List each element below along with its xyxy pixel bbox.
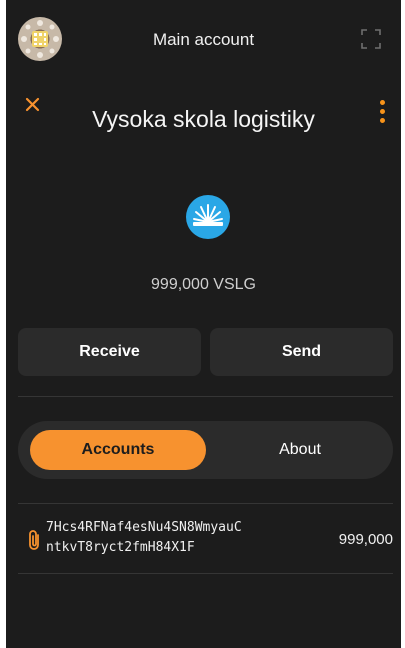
more-options-icon[interactable] [377,100,387,126]
account-amount: 999,000 [338,531,393,548]
divider [18,573,393,574]
token-logo-icon [186,195,230,239]
expand-icon[interactable] [361,29,381,49]
divider [18,396,393,397]
token-title: Vysoka skola logistiky [92,106,315,132]
receive-button[interactable]: Receive [18,328,201,376]
tab-bar: Accounts About [18,421,393,479]
send-button[interactable]: Send [210,328,393,376]
account-title[interactable]: Main account [6,30,401,50]
account-address[interactable]: 7Hcs4RFNaf4esNu4SN8WmyauC ntkvT8ryct2fmH… [46,518,306,558]
tab-accounts[interactable]: Accounts [30,430,206,470]
account-address-line: 7Hcs4RFNaf4esNu4SN8WmyauC [46,520,242,535]
paperclip-icon [29,530,39,550]
tab-about[interactable]: About [218,430,382,470]
wallet-panel: Main account Vysoka skola logistiky 999,… [6,0,401,648]
token-balance: 999,000 VSLG [151,276,256,293]
account-row[interactable]: 7Hcs4RFNaf4esNu4SN8WmyauC ntkvT8ryct2fmH… [18,504,393,574]
header: Main account [6,0,401,80]
account-address-line: ntkvT8ryct2fmH84X1F [46,540,195,555]
